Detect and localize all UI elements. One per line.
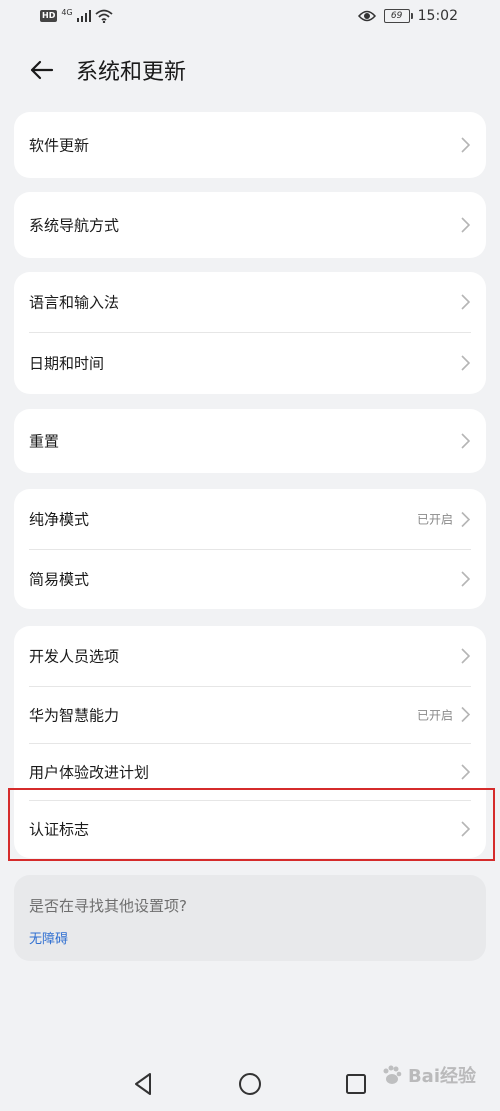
status-text: 已开启 — [416, 512, 453, 527]
row-right: 已开启 — [417, 706, 470, 723]
row-huawei-intelligence[interactable]: 华为智慧能力 已开启 — [14, 686, 486, 743]
battery-icon: 69 — [383, 9, 413, 23]
settings-group-reset: 重置 — [14, 409, 486, 473]
hd-badge: HD — [40, 10, 58, 22]
row-label: 纯净模式 — [29, 510, 90, 529]
chevron-right-icon — [461, 571, 470, 587]
row-label: 华为智慧能力 — [29, 706, 120, 724]
chevron-right-icon — [461, 137, 470, 153]
chevron-right-icon — [461, 217, 470, 233]
battery-level: 69 — [390, 11, 403, 21]
status-right: 69 15:02 — [357, 8, 458, 24]
status-text: 已开启 — [416, 708, 453, 722]
home-circle-icon[interactable] — [236, 1070, 264, 1098]
chevron-right-icon — [461, 648, 470, 664]
row-label: 软件更新 — [29, 136, 90, 155]
settings-group-navigation: 系统导航方式 — [14, 192, 486, 258]
row-right — [461, 217, 470, 233]
chevron-right-icon — [461, 433, 470, 449]
row-label: 语言和输入法 — [29, 293, 120, 312]
watermark-text: Bai经验 — [407, 1066, 476, 1087]
row-right — [461, 763, 470, 780]
row-date-time[interactable]: 日期和时间 — [14, 332, 486, 394]
row-pure-mode[interactable]: 纯净模式 已开启 — [14, 489, 486, 549]
status-left: HD 4G — [40, 7, 113, 23]
chevron-right-icon — [461, 294, 470, 310]
eye-icon — [357, 10, 376, 22]
paw-logo-icon — [383, 1065, 402, 1084]
divider — [29, 549, 471, 550]
accessibility-link[interactable]: 无障碍 — [29, 928, 68, 947]
settings-group-language: 语言和输入法 日期和时间 — [14, 272, 486, 394]
row-right — [461, 294, 470, 310]
row-right — [461, 433, 470, 449]
search-suggestion-card: 是否在寻找其他设置项? 无障碍 — [14, 875, 486, 961]
chevron-right-icon — [461, 706, 470, 723]
search-question: 是否在寻找其他设置项? — [29, 897, 187, 915]
chevron-right-icon — [461, 763, 470, 780]
divider — [29, 743, 471, 744]
row-right — [461, 648, 470, 664]
divider — [29, 332, 471, 333]
arrow-left-icon — [30, 60, 54, 80]
row-label: 系统导航方式 — [29, 216, 120, 235]
network-type: 4G — [61, 7, 73, 17]
row-label: 重置 — [29, 432, 60, 451]
highlight-annotation — [8, 788, 495, 861]
row-right: 已开启 — [417, 511, 470, 528]
signal-icon — [76, 10, 91, 22]
row-system-navigation[interactable]: 系统导航方式 — [14, 192, 486, 258]
row-right — [461, 137, 470, 153]
row-label: 开发人员选项 — [29, 647, 120, 666]
page-title: 系统和更新 — [76, 60, 187, 85]
status-bar: HD 4G 69 15:02 — [0, 0, 500, 36]
row-simple-mode[interactable]: 简易模式 — [14, 549, 486, 609]
settings-group-update: 软件更新 — [14, 112, 486, 178]
baidu-watermark: Bai经验 — [380, 1062, 476, 1088]
chevron-right-icon — [461, 511, 470, 527]
chevron-right-icon — [461, 355, 470, 371]
settings-group-modes: 纯净模式 已开启 简易模式 — [14, 489, 486, 609]
row-right — [461, 571, 470, 587]
row-language-input[interactable]: 语言和输入法 — [14, 272, 486, 332]
row-label: 用户体验改进计划 — [29, 763, 150, 781]
row-label: 日期和时间 — [29, 354, 105, 373]
row-developer-options[interactable]: 开发人员选项 — [14, 626, 486, 686]
divider — [29, 686, 471, 687]
status-time: 15:02 — [417, 8, 458, 24]
row-label: 简易模式 — [29, 570, 90, 589]
row-software-update[interactable]: 软件更新 — [14, 112, 486, 178]
recents-square-icon[interactable] — [342, 1070, 370, 1098]
wifi-icon — [95, 9, 113, 23]
back-button[interactable] — [26, 54, 58, 86]
row-reset[interactable]: 重置 — [14, 409, 486, 473]
title-bar: 系统和更新 — [0, 50, 500, 90]
back-triangle-icon[interactable] — [130, 1070, 158, 1098]
row-right — [461, 355, 470, 371]
